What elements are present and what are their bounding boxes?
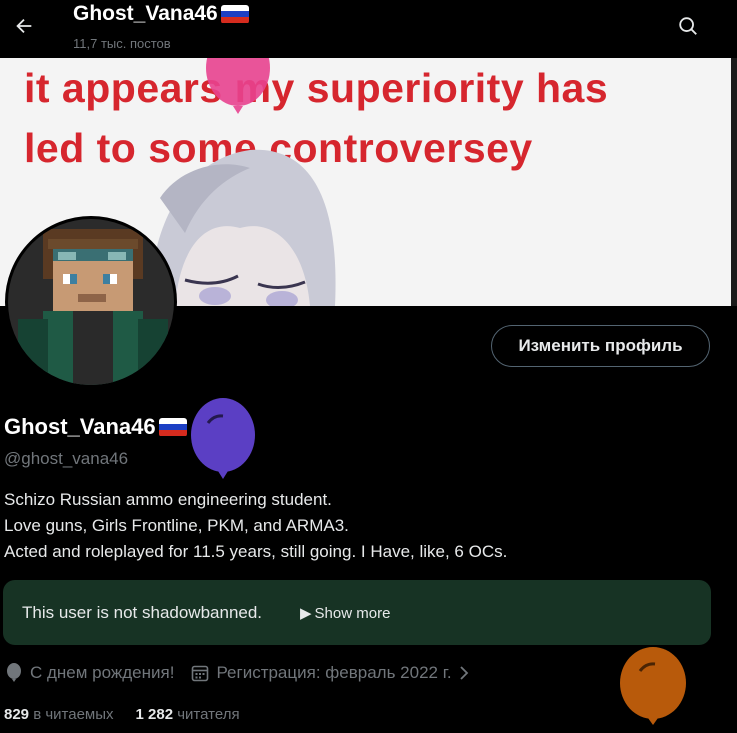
display-name: Ghost_Vana46 <box>4 414 187 440</box>
play-triangle-icon: ▶ <box>300 605 312 622</box>
shadowban-text: This user is not shadowbanned. <box>22 603 263 622</box>
shadowban-notice: This user is not shadowbanned. ▶ Show mo… <box>3 580 711 645</box>
followers-link[interactable]: 1 282 читателя <box>136 706 240 723</box>
display-name-text: Ghost_Vana46 <box>4 414 156 439</box>
avatar[interactable] <box>5 216 177 388</box>
minecraft-avatar-image <box>8 219 174 385</box>
banner-edge <box>731 58 737 306</box>
bio-line-3: Acted and roleplayed for 11.5 years, sti… <box>4 542 508 561</box>
edit-profile-button[interactable]: Изменить профиль <box>491 325 710 367</box>
follow-stats: 829 в читаемых 1 282 читателя <box>4 706 240 723</box>
search-icon <box>679 17 697 35</box>
back-button[interactable] <box>4 8 44 44</box>
followers-label: читателя <box>177 706 240 723</box>
pink-balloon-icon <box>206 58 270 114</box>
chevron-right-icon <box>459 666 468 680</box>
balloon-icon <box>7 663 21 682</box>
bio-line-2: Love guns, Girls Frontline, PKM, and ARM… <box>4 516 349 535</box>
user-handle: @ghost_vana46 <box>4 449 129 468</box>
show-more-label: Show more <box>314 604 391 622</box>
profile-header: Ghost_Vana46 11,7 тыс. постов <box>0 0 737 58</box>
header-name-text: Ghost_Vana46 <box>73 2 218 25</box>
following-label: в читаемых <box>33 706 114 723</box>
russia-flag-icon <box>158 417 187 437</box>
following-count: 829 <box>4 706 30 723</box>
search-button[interactable] <box>670 8 706 44</box>
russia-flag-icon <box>220 4 249 24</box>
header-title: Ghost_Vana46 <box>73 2 249 26</box>
orange-balloon-icon <box>620 647 686 725</box>
followers-count: 1 282 <box>135 706 174 723</box>
birthday-item: С днем рождения! <box>5 663 174 683</box>
bio-line-1: Schizo Russian ammo engineering student. <box>4 490 332 509</box>
calendar-icon <box>192 665 209 682</box>
joined-text: Регистрация: февраль 2022 г. <box>216 663 452 682</box>
purple-balloon-icon <box>191 398 255 479</box>
joined-item[interactable]: Регистрация: февраль 2022 г. <box>191 663 468 683</box>
post-count: 11,7 тыс. постов <box>73 36 171 51</box>
profile-meta: С днем рождения! Регистрация: февраль 20… <box>5 663 486 683</box>
bio: Schizo Russian ammo engineering student.… <box>4 487 507 565</box>
arrow-left-icon <box>16 18 32 34</box>
birthday-text: С днем рождения! <box>30 663 175 682</box>
following-link[interactable]: 829 в читаемых <box>4 706 114 723</box>
show-more-button[interactable]: ▶ Show more <box>300 604 391 623</box>
